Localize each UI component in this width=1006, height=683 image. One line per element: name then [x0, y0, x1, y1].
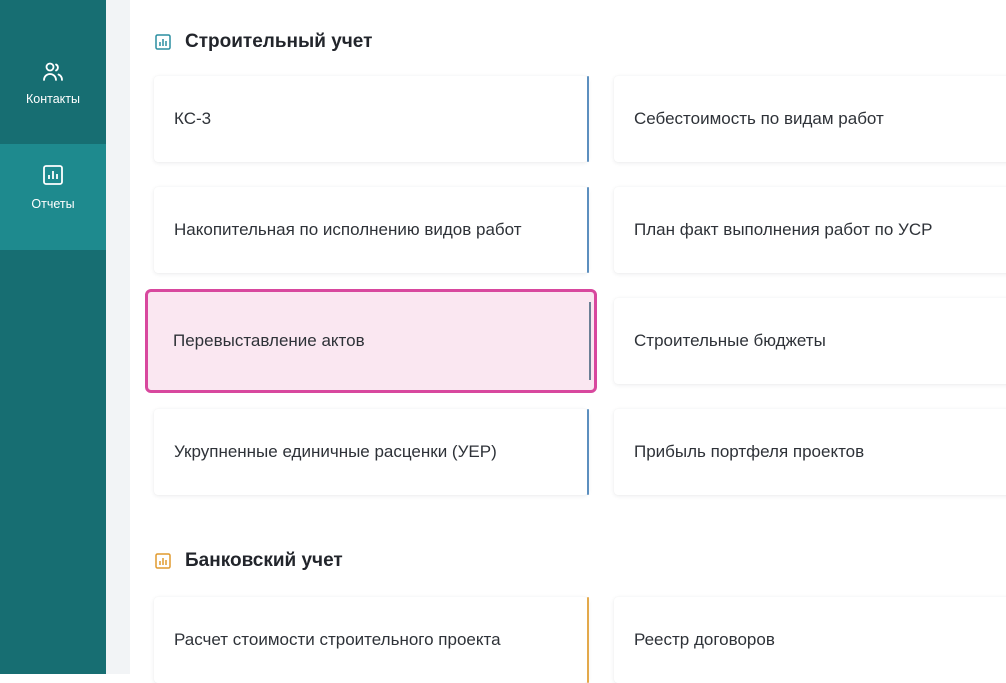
report-card-label: Накопительная по исполнению видов работ	[174, 220, 522, 239]
report-card-cumulative-execution[interactable]: Накопительная по исполнению видов работ	[154, 187, 589, 273]
report-card-label: Перевыставление актов	[173, 331, 365, 350]
sidebar-item-contacts[interactable]: Контакты	[0, 42, 106, 148]
report-card-construction-budgets[interactable]: Строительные бюджеты	[614, 298, 1006, 384]
sidebar-item-label: Отчеты	[31, 197, 75, 211]
report-card-ks3[interactable]: КС-3	[154, 76, 589, 162]
report-card-label: Строительные бюджеты	[634, 331, 826, 350]
chart-icon	[155, 553, 171, 569]
report-card-label: КС-3	[174, 109, 212, 128]
report-card-label: Прибыль портфеля проектов	[634, 442, 865, 461]
report-card-label: Себестоимость по видам работ	[634, 109, 884, 128]
sidebar-item-label: Контакты	[26, 92, 80, 106]
report-card-reissue-acts[interactable]: Перевыставление актов	[145, 289, 597, 393]
sidebar-item-reports[interactable]: Отчеты	[0, 144, 106, 250]
report-card-uer[interactable]: Укрупненные единичные расценки (УЕР)	[154, 409, 589, 495]
report-card-label: План факт выполнения работ по УСР	[634, 220, 933, 239]
report-card-portfolio-profit[interactable]: Прибыль портфеля проектов	[614, 409, 1006, 495]
section-title: Строительный учет	[185, 31, 373, 52]
content-gutter	[106, 0, 130, 674]
section-header-banking: Банковский учет	[155, 549, 343, 573]
report-card-project-cost-calc[interactable]: Расчет стоимости строительного проекта	[154, 597, 589, 683]
report-card-plan-fact-usr[interactable]: План факт выполнения работ по УСР	[614, 187, 1006, 273]
report-card-label: Расчет стоимости строительного проекта	[174, 630, 501, 649]
sidebar: Контакты Отчеты	[0, 0, 106, 674]
section-header-construction: Строительный учет	[155, 30, 372, 54]
report-card-label: Укрупненные единичные расценки (УЕР)	[174, 442, 497, 461]
report-card-cost-by-work-type[interactable]: Себестоимость по видам работ	[614, 76, 1006, 162]
chart-icon	[155, 34, 171, 50]
section-title: Банковский учет	[185, 550, 343, 571]
report-card-contract-registry[interactable]: Реестр договоров	[614, 597, 1006, 683]
report-card-label: Реестр договоров	[634, 630, 775, 649]
report-chart-icon	[41, 163, 65, 187]
users-icon	[41, 60, 65, 84]
